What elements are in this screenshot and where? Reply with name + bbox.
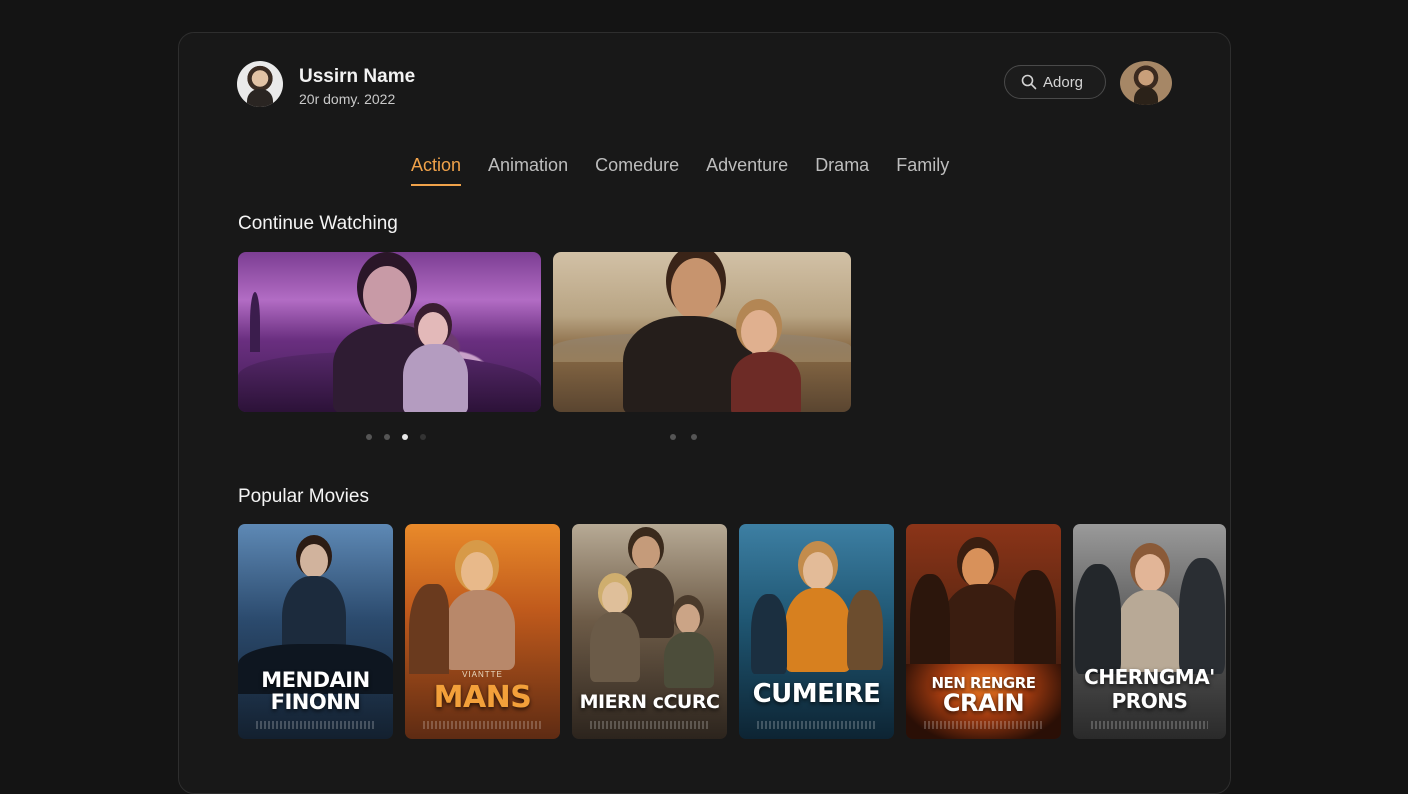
genre-tabs: Action Animation Comedure Adventure Dram…	[411, 155, 949, 186]
tab-action[interactable]: Action	[411, 155, 462, 186]
poster-figure	[1014, 570, 1056, 674]
poster-figure-head	[632, 536, 660, 570]
tab-adventure[interactable]: Adventure	[706, 155, 788, 186]
woman-body	[731, 352, 801, 412]
tab-comedure[interactable]: Comedure	[595, 155, 679, 186]
poster-figure	[910, 574, 950, 674]
user-name: Ussirn Name	[299, 66, 416, 87]
profile-avatar[interactable]	[1120, 61, 1172, 105]
tab-animation[interactable]: Animation	[488, 155, 568, 186]
poster-title-line: PRONS	[1111, 689, 1188, 713]
poster-figure	[1075, 564, 1121, 674]
child-head	[418, 312, 448, 348]
movie-poster[interactable]: VIANTTE MANS	[405, 524, 560, 739]
header: Ussirn Name 20r domy. 2022 Adorg	[237, 61, 1172, 111]
search-button[interactable]: Adorg	[1004, 65, 1106, 99]
user-avatar[interactable]	[237, 61, 283, 107]
search-label: Adorg	[1043, 73, 1084, 91]
tab-drama[interactable]: Drama	[815, 155, 869, 186]
carousel-dot-active[interactable]	[402, 434, 408, 440]
poster-figure	[1117, 590, 1183, 672]
poster-credits	[256, 721, 375, 729]
poster-title: MANS	[405, 683, 560, 713]
movie-poster[interactable]: MENDAIN FINONN	[238, 524, 393, 739]
tab-family[interactable]: Family	[896, 155, 949, 186]
poster-figure-head	[1135, 554, 1165, 592]
poster-credits	[924, 721, 1043, 729]
poster-title: CUMEIRE	[739, 681, 894, 707]
poster-title: MENDAIN FINONN	[238, 669, 393, 713]
poster-figure	[751, 594, 787, 674]
poster-figure	[942, 584, 1022, 674]
poster-title-line: CRAIN	[942, 689, 1025, 717]
poster-credits	[423, 721, 542, 729]
poster-figure	[785, 588, 851, 672]
carousel-dot[interactable]	[691, 434, 697, 440]
continue-watching-card[interactable]	[553, 252, 851, 412]
carousel-dot[interactable]	[366, 434, 372, 440]
poster-figure	[1179, 558, 1225, 674]
poster-credits	[1091, 721, 1208, 729]
church-spire	[250, 292, 260, 352]
poster-figure-head	[461, 552, 493, 592]
poster-credits	[757, 721, 876, 729]
continue-watching-card[interactable]	[238, 252, 541, 412]
carousel-dot[interactable]	[670, 434, 676, 440]
poster-credits	[590, 721, 709, 729]
poster-figure	[664, 632, 714, 688]
woman-head	[741, 310, 777, 354]
poster-title: MIERN cCURC	[572, 691, 727, 713]
poster-figure	[590, 612, 640, 682]
poster-figure-head	[602, 582, 628, 614]
popular-movies-title: Popular Movies	[238, 486, 369, 507]
poster-title-line: MANS	[433, 680, 532, 715]
carousel-dot[interactable]	[384, 434, 390, 440]
movie-poster[interactable]: CHERNGMA' PRONS	[1073, 524, 1226, 739]
poster-figure-head	[300, 544, 328, 578]
child-body	[403, 344, 468, 412]
poster-figure-head	[803, 552, 833, 590]
carousel-dots	[670, 434, 697, 440]
poster-title-line: MIERN cCURC	[579, 691, 720, 713]
poster-figure	[445, 590, 515, 670]
poster-figure-head	[962, 548, 994, 588]
poster-horse	[409, 584, 449, 674]
poster-figure	[847, 590, 883, 670]
user-date: 20r domy. 2022	[299, 91, 396, 107]
app-window: Ussirn Name 20r domy. 2022 Adorg Action …	[178, 32, 1231, 794]
poster-title-line: FINONN	[270, 690, 361, 714]
man-head	[671, 258, 721, 320]
man-head	[363, 266, 411, 324]
movie-poster[interactable]: MIERN cCURC	[572, 524, 727, 739]
carousel-dots	[366, 434, 426, 440]
movie-poster[interactable]: CUMEIRE	[739, 524, 894, 739]
popular-movies-row: MENDAIN FINONN VIANTTE MANS MIERN cCURC	[238, 524, 1226, 739]
poster-title-line: CHERNGMA'	[1084, 665, 1215, 689]
poster-title-line: MENDAIN	[261, 668, 370, 692]
continue-watching-title: Continue Watching	[238, 213, 398, 234]
poster-tagline: VIANTTE	[462, 670, 503, 679]
poster-title-line: CUMEIRE	[752, 679, 881, 709]
poster-title: NEN RENGRE CRAIN	[906, 675, 1061, 715]
carousel-dot[interactable]	[420, 434, 426, 440]
movie-poster[interactable]: NEN RENGRE CRAIN	[906, 524, 1061, 739]
poster-title: CHERNGMA' PRONS	[1073, 665, 1226, 713]
poster-figure-head	[676, 604, 700, 634]
search-icon	[1021, 74, 1037, 90]
